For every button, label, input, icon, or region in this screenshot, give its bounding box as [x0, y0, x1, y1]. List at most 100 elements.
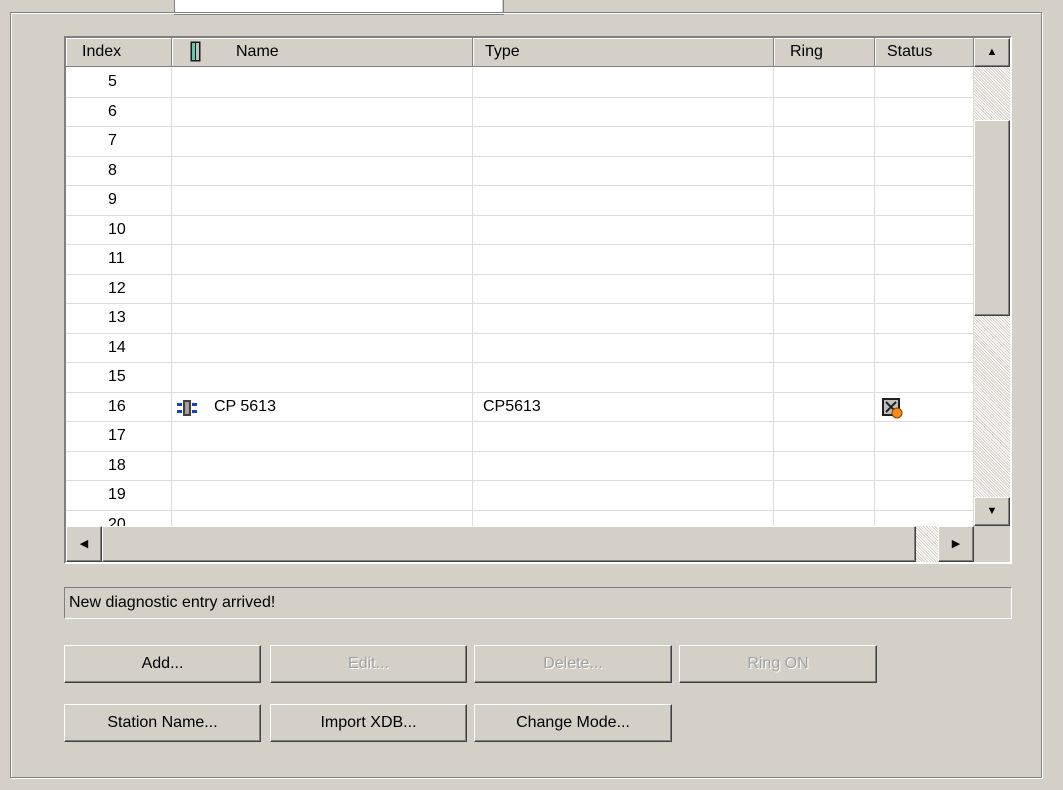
table-row[interactable]: 8	[66, 156, 974, 186]
row-index: 19	[66, 481, 172, 510]
scroll-up-arrow-icon[interactable]: ▲	[974, 38, 1010, 67]
table-row[interactable]: 18	[66, 451, 974, 481]
row-index-text: 17	[108, 427, 126, 444]
row-status	[875, 451, 974, 480]
table-body: Index Name Type Ring Status 5 6 7 8 9 10 11 12 1…	[66, 38, 974, 526]
change-mode-button[interactable]: Change Mode...	[474, 704, 672, 742]
row-ring	[774, 451, 875, 480]
row-name	[172, 333, 473, 362]
table-row[interactable]: 16 CP 5613 CP5613	[66, 392, 974, 422]
column-header-type[interactable]: Type	[473, 38, 774, 67]
row-type-text: CP5613	[483, 397, 541, 415]
edit-button[interactable]: Edit...	[270, 645, 467, 683]
scroll-left-arrow-icon[interactable]: ◀	[66, 526, 102, 562]
row-index-text: 15	[108, 368, 126, 385]
table-row[interactable]: 15	[66, 363, 974, 393]
row-ring	[774, 481, 875, 510]
table-row[interactable]: 6	[66, 97, 974, 127]
table-row[interactable]: 20	[66, 510, 974, 526]
row-name	[172, 304, 473, 333]
row-index: 6	[66, 97, 172, 126]
row-index: 20	[66, 510, 172, 526]
diagnostic-status-icon	[881, 397, 903, 419]
column-header-ring[interactable]: Ring	[774, 38, 875, 67]
scroll-right-arrow-icon[interactable]: ▶	[938, 526, 974, 562]
table-row[interactable]: 5	[66, 68, 974, 98]
station-name-button[interactable]: Station Name...	[64, 704, 261, 742]
horizontal-scrollbar[interactable]: ◀ ▶	[66, 526, 974, 562]
row-index-text: 18	[108, 456, 126, 474]
row-index-text: 5	[108, 73, 117, 90]
row-index-text: 12	[108, 279, 126, 297]
table-row[interactable]: 11	[66, 245, 974, 275]
row-name	[172, 274, 473, 303]
table-row[interactable]: 17	[66, 422, 974, 452]
row-index: 9	[66, 186, 172, 215]
row-index-text: 7	[108, 132, 117, 149]
column-header-index[interactable]: Index	[66, 38, 172, 67]
row-type	[473, 481, 774, 510]
row-status	[875, 481, 974, 510]
row-index-text: 19	[108, 486, 126, 503]
row-type	[473, 304, 774, 333]
row-name	[172, 451, 473, 480]
row-status	[875, 422, 974, 451]
import-xdb-button[interactable]: Import XDB...	[270, 704, 467, 742]
row-index-text: 9	[108, 191, 117, 208]
table-row[interactable]: 9	[66, 186, 974, 216]
row-type	[473, 510, 774, 526]
vertical-scrollbar[interactable]: ▲ ▼	[974, 38, 1010, 526]
column-header-name[interactable]: Name	[172, 38, 473, 67]
row-type	[473, 422, 774, 451]
row-index: 7	[66, 127, 172, 156]
row-index: 13	[66, 304, 172, 333]
horizontal-scroll-thumb[interactable]	[102, 526, 916, 562]
add-button[interactable]: Add...	[64, 645, 261, 683]
row-name	[172, 156, 473, 185]
row-status	[875, 97, 974, 126]
device-table[interactable]: Index Name Type Ring Status 5 6 7 8 9 10 11 12 1…	[64, 36, 1012, 564]
row-index: 5	[66, 68, 172, 97]
row-status	[875, 274, 974, 303]
row-ring	[774, 363, 875, 392]
row-name	[172, 363, 473, 392]
column-header-status[interactable]: Status	[875, 38, 974, 67]
row-name	[172, 97, 473, 126]
row-status	[875, 215, 974, 244]
row-name	[172, 510, 473, 526]
row-status	[875, 363, 974, 392]
row-type	[473, 127, 774, 156]
row-name	[172, 68, 473, 97]
row-index-text: 10	[108, 220, 126, 238]
row-ring	[774, 333, 875, 362]
row-type: CP5613	[473, 392, 774, 421]
table-row[interactable]: 10	[66, 215, 974, 245]
row-ring	[774, 304, 875, 333]
row-type	[473, 245, 774, 274]
row-status	[875, 156, 974, 185]
row-name	[172, 127, 473, 156]
row-ring	[774, 392, 875, 421]
row-type	[473, 186, 774, 215]
row-status	[875, 392, 974, 421]
row-ring	[774, 245, 875, 274]
table-row[interactable]: 13	[66, 304, 974, 334]
column-header-name-label: Name	[236, 43, 279, 60]
row-name: CP 5613	[172, 392, 473, 421]
row-ring	[774, 97, 875, 126]
row-status	[875, 68, 974, 97]
table-row[interactable]: 14	[66, 333, 974, 363]
scroll-corner	[974, 526, 1010, 562]
table-row[interactable]: 7	[66, 127, 974, 157]
row-type	[473, 274, 774, 303]
row-index: 11	[66, 245, 172, 274]
delete-button[interactable]: Delete...	[474, 645, 672, 683]
ring-on-button[interactable]: Ring ON	[679, 645, 877, 683]
row-status	[875, 245, 974, 274]
table-row[interactable]: 12	[66, 274, 974, 304]
row-ring	[774, 127, 875, 156]
row-type	[473, 97, 774, 126]
vertical-scroll-thumb[interactable]	[974, 120, 1010, 316]
table-row[interactable]: 19	[66, 481, 974, 511]
scroll-down-arrow-icon[interactable]: ▼	[974, 497, 1010, 526]
